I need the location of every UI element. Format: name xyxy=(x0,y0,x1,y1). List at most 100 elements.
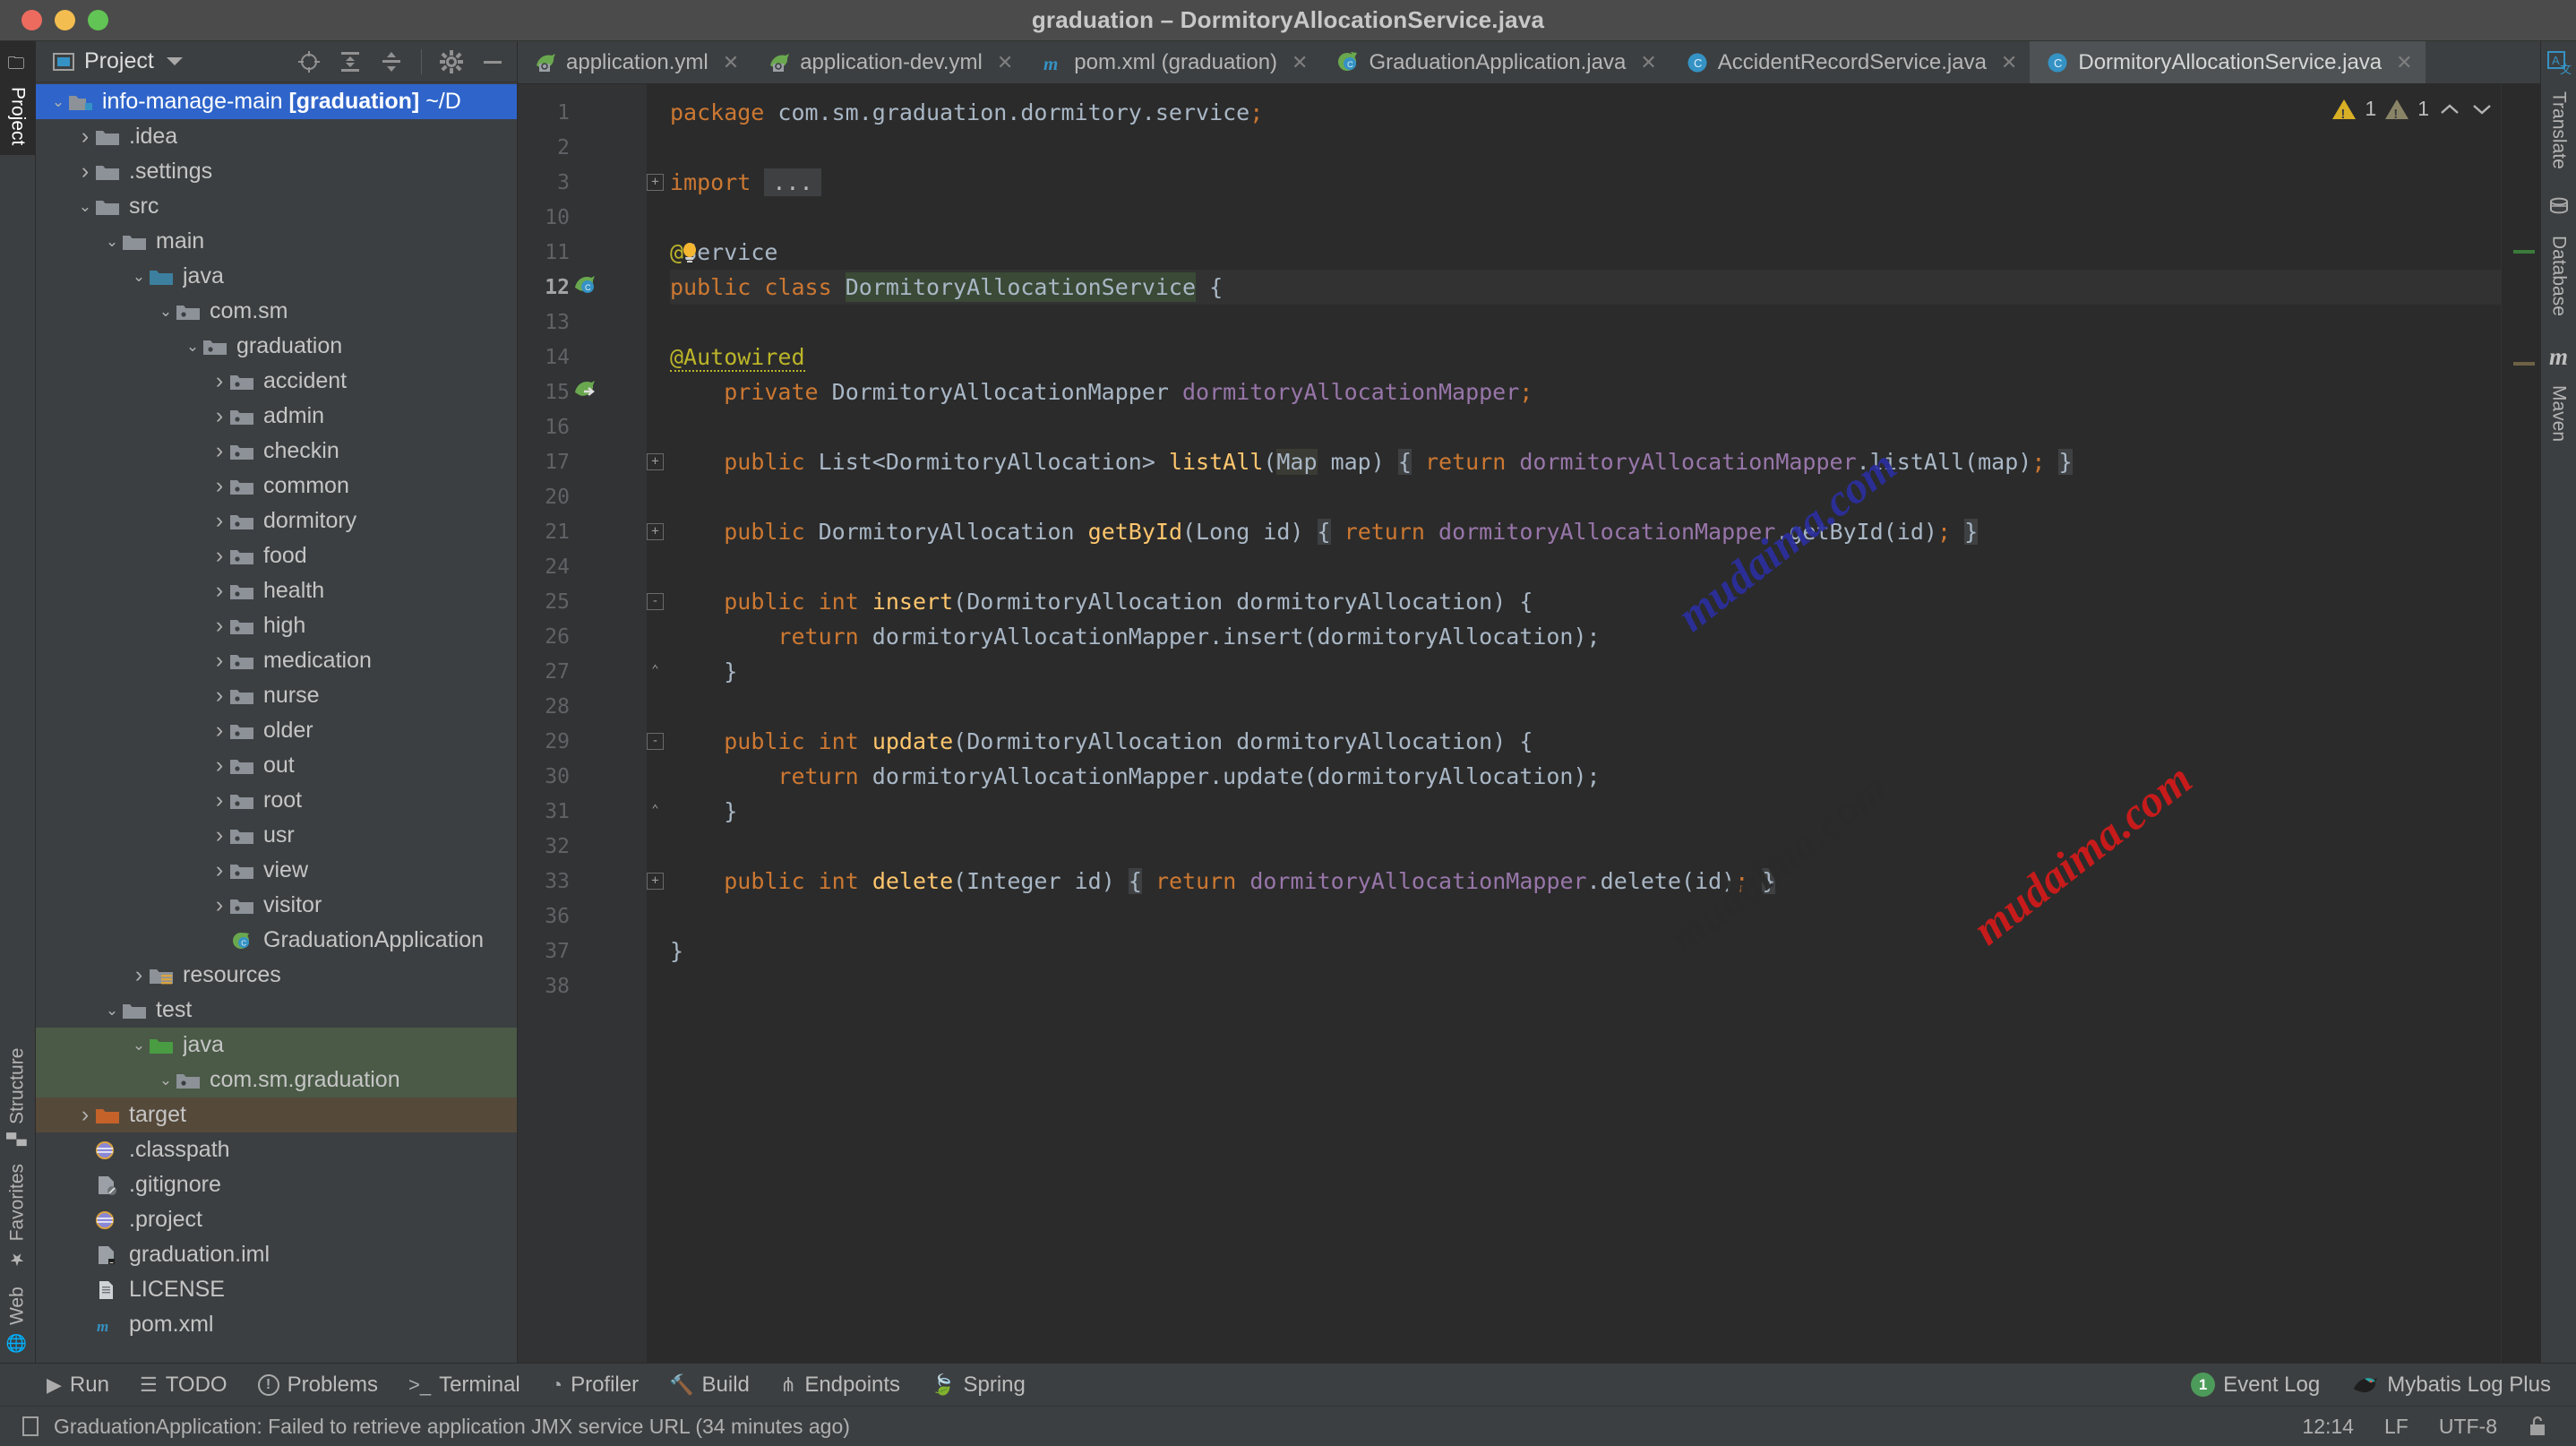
chevron-right-icon[interactable]: › xyxy=(210,648,229,674)
rail-button-maven[interactable]: Maven xyxy=(2548,374,2570,452)
code-line-16[interactable]: return dormitoryAllocationMapper.insert(… xyxy=(670,619,2501,654)
code-line-24[interactable] xyxy=(670,899,2501,934)
gutter-line-24[interactable]: 24 xyxy=(518,549,616,584)
intention-bulb-icon[interactable] xyxy=(681,240,699,263)
notification-icon[interactable] xyxy=(20,1415,41,1438)
chevron-right-icon[interactable]: › xyxy=(210,508,229,534)
source-code[interactable]: package com.sm.graduation.dormitory.serv… xyxy=(647,95,2501,1003)
code-line-17[interactable]: } ⌃ xyxy=(651,654,2501,689)
tree-node-java[interactable]: ⌄ java xyxy=(36,1028,517,1063)
code-editor[interactable]: ! 1 ! 1 1 2 3 10 11 12 C 13 14 15 16 17 20 21 24 25 26 27… xyxy=(518,84,2540,1363)
editor-tab-bar[interactable]: application.yml ✕ application-dev.yml ✕ m pom… xyxy=(518,41,2540,84)
chevron-right-icon[interactable]: › xyxy=(210,788,229,813)
tree-node-food[interactable]: › food xyxy=(36,538,517,573)
tree-node-main[interactable]: ⌄ main xyxy=(36,224,517,259)
gutter-line-37[interactable]: 37 xyxy=(518,934,616,968)
chevron-right-icon[interactable]: › xyxy=(75,159,95,185)
unlocked-icon[interactable] xyxy=(2528,1415,2547,1438)
fold-end-icon[interactable]: ⌃ xyxy=(647,663,664,680)
chevron-down-icon[interactable] xyxy=(2470,101,2494,117)
locate-icon[interactable] xyxy=(297,50,321,73)
close-tab-icon[interactable]: ✕ xyxy=(997,51,1013,74)
code-line-1[interactable]: package com.sm.graduation.dormitory.serv… xyxy=(670,95,2501,130)
tree-node-.gitignore[interactable]: .gitignore xyxy=(36,1167,517,1202)
chevron-down-icon[interactable]: ⌄ xyxy=(48,93,68,111)
database-icon[interactable] xyxy=(2547,196,2571,219)
gutter-line-36[interactable]: 36 xyxy=(518,899,616,934)
tree-node-view[interactable]: › view xyxy=(36,853,517,888)
tree-node-accident[interactable]: › accident xyxy=(36,364,517,399)
gutter-line-2[interactable]: 2 xyxy=(518,130,616,165)
fold-column[interactable] xyxy=(616,84,647,1363)
chevron-down-icon[interactable]: ⌄ xyxy=(129,268,149,286)
tree-node-nurse[interactable]: › nurse xyxy=(36,678,517,713)
code-line-4[interactable] xyxy=(670,200,2501,235)
chevron-down-icon[interactable]: ⌄ xyxy=(183,338,202,356)
tree-node-out[interactable]: › out xyxy=(36,748,517,783)
tree-node-.idea[interactable]: › .idea xyxy=(36,119,517,154)
code-line-7[interactable] xyxy=(670,305,2501,340)
collapse-all-icon[interactable] xyxy=(380,50,403,73)
gutter-line-33[interactable]: 33 xyxy=(518,864,616,899)
tool-window-bar[interactable]: ▶ Run ☰ TODO! Problems >_ Terminal ◔ Profiler 🔨 Bu… xyxy=(0,1363,2576,1406)
tool-window-button-todo[interactable]: ☰ TODO xyxy=(140,1373,228,1398)
close-tab-icon[interactable]: ✕ xyxy=(1292,51,1308,74)
code-line-18[interactable] xyxy=(670,689,2501,724)
code-content[interactable]: package com.sm.graduation.dormitory.serv… xyxy=(616,84,2501,1363)
status-time[interactable]: 12:14 xyxy=(2302,1415,2354,1439)
fold-expand-icon[interactable]: + xyxy=(647,453,664,470)
tree-node-java[interactable]: ⌄ java xyxy=(36,259,517,294)
marker-weak[interactable] xyxy=(2513,362,2535,366)
tree-node-pom.xml[interactable]: m pom.xml xyxy=(36,1307,517,1342)
gutter-line-30[interactable]: 30 xyxy=(518,759,616,794)
chevron-down-icon[interactable]: ⌄ xyxy=(129,1037,149,1054)
chevron-right-icon[interactable]: › xyxy=(210,578,229,604)
close-tab-icon[interactable]: ✕ xyxy=(1640,51,1656,74)
code-line-8[interactable]: @Autowired xyxy=(670,340,2501,374)
tool-window-button-endpoints[interactable]: ⋔ Endpoints xyxy=(780,1373,900,1398)
translate-icon[interactable]: A 文 xyxy=(2546,50,2572,75)
editor-gutter[interactable]: 1 2 3 10 11 12 C 13 14 15 16 17 20 21 24 25 26 27 28 29 30 31… xyxy=(518,84,616,1363)
close-tab-icon[interactable]: ✕ xyxy=(2001,51,2017,74)
gutter-line-25[interactable]: 25 xyxy=(518,584,616,619)
tree-node-checkin[interactable]: › checkin xyxy=(36,434,517,469)
tool-window-button-run[interactable]: ▶ Run xyxy=(47,1373,109,1398)
fold-collapse-icon[interactable]: - xyxy=(647,733,664,750)
chevron-right-icon[interactable]: › xyxy=(210,438,229,464)
code-line-15[interactable]: public int insert(DormitoryAllocation do… xyxy=(647,584,2501,619)
tree-node-graduation[interactable]: ⌄ graduation xyxy=(36,329,517,364)
fold-expand-icon[interactable]: + xyxy=(647,873,664,890)
chevron-right-icon[interactable]: › xyxy=(210,543,229,569)
rail-button-project[interactable]: 🗀 Project xyxy=(0,41,35,155)
tree-node-.project[interactable]: .project xyxy=(36,1202,517,1237)
close-tab-icon[interactable]: ✕ xyxy=(723,51,739,74)
tree-node-older[interactable]: › older xyxy=(36,713,517,748)
rail-button-web[interactable]: 🌐 Web xyxy=(0,1278,35,1363)
tree-node-resources[interactable]: › resources xyxy=(36,958,517,993)
tree-node-root[interactable]: › root xyxy=(36,783,517,818)
editor-marker-bar[interactable] xyxy=(2501,84,2540,1363)
gutter-line-14[interactable]: 14 xyxy=(518,340,616,374)
code-line-22[interactable] xyxy=(670,829,2501,864)
gutter-line-13[interactable]: 13 xyxy=(518,305,616,340)
code-line-5[interactable]: @Service xyxy=(670,235,2501,270)
gutter-line-28[interactable]: 28 xyxy=(518,689,616,724)
chevron-right-icon[interactable]: › xyxy=(210,857,229,883)
tree-node-com.sm[interactable]: ⌄ com.sm xyxy=(36,294,517,329)
chevron-right-icon[interactable]: › xyxy=(210,718,229,744)
editor-tab-graduationapplication-java[interactable]: C GraduationApplication.java ✕ xyxy=(1320,41,1669,83)
gutter-line-38[interactable]: 38 xyxy=(518,968,616,1003)
chevron-right-icon[interactable]: › xyxy=(210,753,229,779)
code-line-26[interactable] xyxy=(670,968,2501,1003)
chevron-right-icon[interactable]: › xyxy=(129,962,149,988)
status-encoding[interactable]: UTF-8 xyxy=(2439,1415,2497,1439)
gutter-line-32[interactable]: 32 xyxy=(518,829,616,864)
gutter-line-15[interactable]: 15 xyxy=(518,374,616,409)
tree-node-.classpath[interactable]: .classpath xyxy=(36,1132,517,1167)
gutter-line-29[interactable]: 29 xyxy=(518,724,616,759)
code-line-10[interactable] xyxy=(670,409,2501,444)
editor-tab-accidentrecordservice-java[interactable]: C AccidentRecordService.java ✕ xyxy=(1670,41,2031,83)
rail-button-favorites[interactable]: ★ Favorites xyxy=(0,1155,35,1278)
gutter-line-27[interactable]: 27 xyxy=(518,654,616,689)
editor-tab-pom-xml-graduation-[interactable]: m pom.xml (graduation) ✕ xyxy=(1026,41,1320,83)
